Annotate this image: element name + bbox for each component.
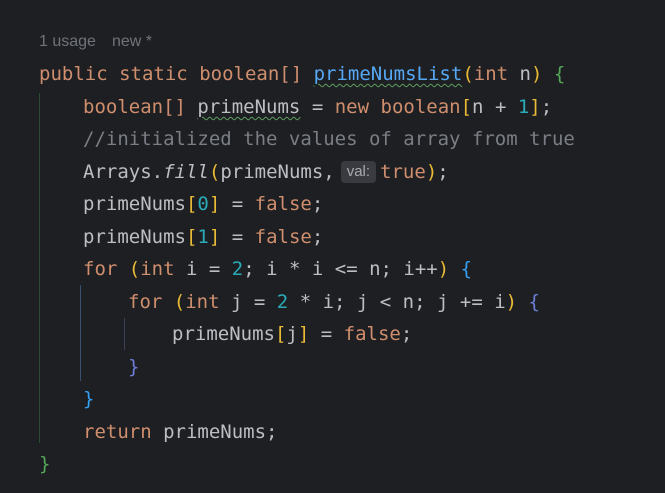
keyword-for: for bbox=[83, 258, 118, 280]
bracket-open: [ bbox=[460, 96, 473, 118]
class-name: Arrays bbox=[83, 161, 152, 183]
condition-b: ; j += i bbox=[414, 291, 506, 313]
keyword-for: for bbox=[128, 291, 163, 313]
var-name: primeNums bbox=[83, 226, 186, 248]
code-editor[interactable]: 1 usage new * public static boolean[] pri… bbox=[0, 0, 665, 493]
bracket-open: [ bbox=[274, 323, 287, 345]
code-line-9[interactable]: primeNums[j] = false; bbox=[172, 320, 412, 348]
var-name: primeNums bbox=[83, 193, 186, 215]
inlay-hint[interactable]: 1 usage new * bbox=[39, 33, 152, 51]
code-line-13[interactable]: } bbox=[39, 450, 50, 478]
var-type: boolean[] bbox=[83, 96, 186, 118]
code-line-12[interactable]: return primeNums; bbox=[83, 418, 278, 446]
paren-open: ( bbox=[128, 258, 141, 280]
bracket-close: ] bbox=[208, 193, 221, 215]
brace-close-method: } bbox=[39, 453, 51, 475]
brace-open-inner-for: { bbox=[528, 291, 540, 313]
semicolon: ; bbox=[540, 96, 553, 118]
index-one: 1 bbox=[197, 226, 209, 248]
semicolon: ; bbox=[400, 323, 413, 345]
number-two: 2 bbox=[231, 258, 244, 280]
paren-close: ) bbox=[425, 161, 438, 183]
semicolon: ; bbox=[266, 421, 278, 443]
parameter-hint: val: bbox=[340, 161, 377, 183]
init-j: j = bbox=[231, 291, 266, 313]
init-i: i = bbox=[186, 258, 221, 280]
code-line-1[interactable]: public static boolean[] primeNumsList(in… bbox=[39, 60, 565, 88]
number-two: 2 bbox=[276, 291, 289, 313]
return-type: boolean[] bbox=[199, 63, 303, 85]
var-name: primeNums bbox=[163, 421, 267, 443]
param-name: n bbox=[519, 63, 531, 85]
keyword-int: int bbox=[185, 291, 220, 313]
indent-guide-outer-for bbox=[80, 285, 81, 381]
keyword-return: return bbox=[83, 421, 152, 443]
plus-op: + bbox=[494, 96, 507, 118]
var-n: n bbox=[369, 258, 381, 280]
indent-guide-inner-for bbox=[124, 318, 125, 350]
var-name: primeNums bbox=[172, 323, 275, 345]
var-name: primeNums bbox=[197, 96, 301, 118]
paren-close: ) bbox=[437, 258, 450, 280]
code-line-11[interactable]: } bbox=[83, 385, 94, 413]
code-line-8[interactable]: for (int j = 2 * i; j < n; j += i) { bbox=[128, 288, 540, 316]
assign-op: = bbox=[311, 96, 324, 118]
usages-hint[interactable]: 1 usage bbox=[39, 33, 96, 50]
condition: ; i * i <= bbox=[243, 258, 358, 280]
literal-false: false bbox=[343, 323, 401, 345]
assign-op: = bbox=[320, 323, 333, 345]
code-line-6[interactable]: primeNums[1] = false; bbox=[83, 223, 323, 251]
code-line-3[interactable]: //initialized the values of array from t… bbox=[83, 125, 575, 153]
bracket-open: [ bbox=[185, 226, 198, 248]
bracket-close: ] bbox=[529, 96, 541, 118]
indent-guide-method bbox=[39, 93, 40, 443]
paren-close: ) bbox=[531, 63, 543, 85]
keyword-static: static bbox=[119, 63, 188, 85]
code-line-2[interactable]: boolean[] primeNums = new boolean[n + 1]… bbox=[83, 93, 552, 121]
number-one: 1 bbox=[517, 96, 530, 118]
bracket-open: [ bbox=[185, 193, 198, 215]
literal-false: false bbox=[254, 193, 312, 215]
paren-open: ( bbox=[462, 63, 474, 85]
brace-close-outer-for: } bbox=[83, 388, 95, 410]
method-name: primeNumsList bbox=[314, 63, 463, 85]
method-fill: fill bbox=[163, 161, 209, 183]
keyword-new: new bbox=[334, 96, 370, 118]
code-line-7[interactable]: for (int i = 2; i * i <= n; i++) { bbox=[83, 255, 472, 283]
keyword-int: int bbox=[140, 258, 175, 280]
method-name-text: primeNumsList bbox=[313, 63, 463, 85]
semicolon: ; bbox=[437, 161, 449, 183]
paren-open: ( bbox=[173, 291, 186, 313]
index-j: j bbox=[286, 323, 298, 345]
literal-false: false bbox=[254, 226, 312, 248]
semicolon: ; bbox=[311, 226, 324, 248]
comment: //initialized the values of array from t… bbox=[83, 128, 575, 150]
param-type: int bbox=[473, 63, 509, 85]
code-line-5[interactable]: primeNums[0] = false; bbox=[83, 190, 323, 218]
dot: . bbox=[151, 161, 164, 183]
paren-close: ) bbox=[505, 291, 518, 313]
semicolon: ; bbox=[311, 193, 324, 215]
bracket-close: ] bbox=[208, 226, 221, 248]
var-n: n bbox=[472, 96, 484, 118]
condition-a: * i; j < bbox=[299, 291, 392, 313]
keyword-public: public bbox=[39, 63, 108, 85]
var-n: n bbox=[402, 291, 415, 313]
brace-open-method: { bbox=[553, 63, 566, 85]
increment: ; i++ bbox=[380, 258, 438, 280]
arg-primenums: primeNums, bbox=[220, 161, 335, 183]
bracket-close: ] bbox=[297, 323, 310, 345]
vcs-status-hint: new * bbox=[111, 33, 152, 50]
brace-close-inner-for: } bbox=[128, 356, 140, 378]
assign-op: = bbox=[231, 193, 244, 215]
index-zero: 0 bbox=[197, 193, 209, 215]
brace-open-outer-for: { bbox=[460, 258, 473, 280]
code-line-4[interactable]: Arrays.fill(primeNums, val: true); bbox=[83, 158, 449, 186]
array-type: boolean bbox=[380, 96, 461, 118]
assign-op: = bbox=[231, 226, 244, 248]
paren-open: ( bbox=[208, 161, 221, 183]
literal-true: true bbox=[380, 161, 426, 183]
class-arrays: Arrays bbox=[83, 161, 152, 183]
code-line-10[interactable]: } bbox=[128, 353, 139, 381]
